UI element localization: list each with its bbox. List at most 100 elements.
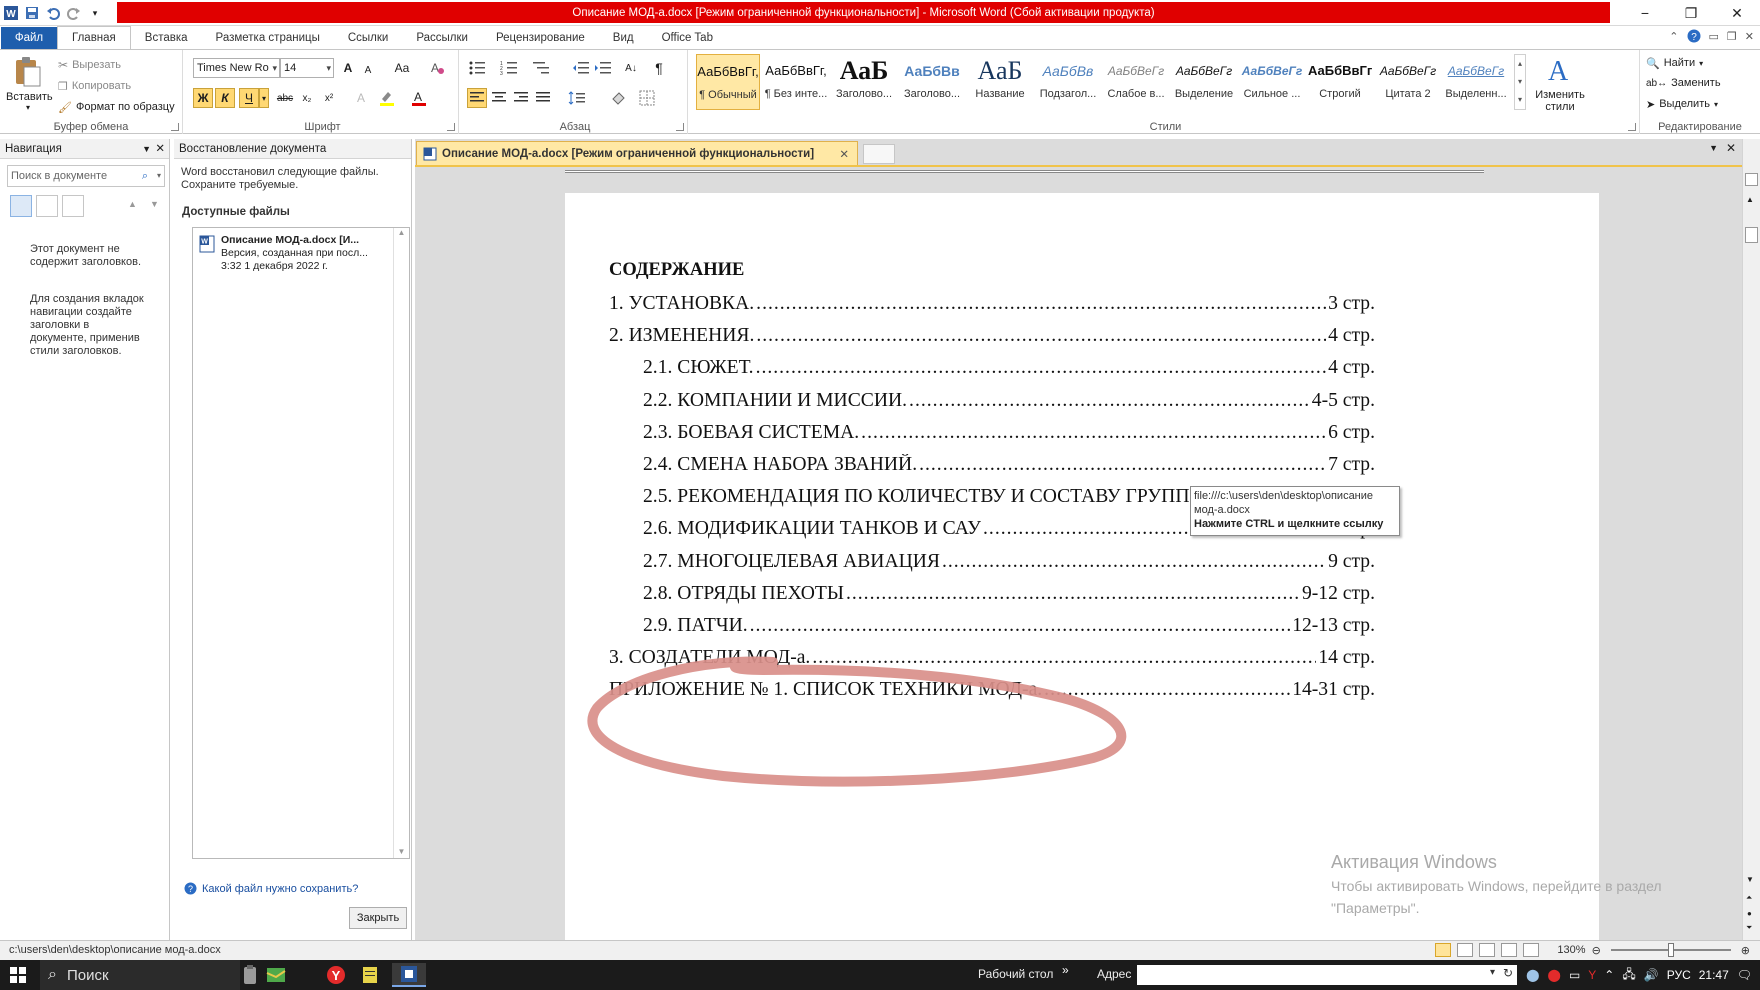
styles-launcher-icon[interactable] — [1628, 123, 1636, 131]
tab-mailings[interactable]: Рассылки — [402, 27, 482, 49]
vertical-scrollbar[interactable]: ▲ ▼ ⏶ ● ⏷ — [1742, 139, 1760, 940]
line-spacing-icon[interactable] — [567, 88, 587, 108]
toc-entry[interactable]: 2. ИЗМЕНЕНИЯ. 4 стр. — [609, 325, 1375, 349]
paste-button[interactable]: Вставить ▾ — [6, 54, 53, 116]
toc-entry[interactable]: 2.9. ПАТЧИ. 12-13 стр. — [643, 615, 1375, 639]
change-case-button[interactable]: Aa — [392, 58, 412, 78]
borders-icon[interactable] — [637, 88, 657, 108]
clear-formatting-icon[interactable]: A — [427, 58, 447, 78]
style-heading-1[interactable]: АаБ Заголово... — [832, 54, 896, 110]
search-icon[interactable]: ⌕ — [142, 166, 148, 186]
cut-button[interactable]: ✂ Вырезать — [58, 56, 121, 74]
style-heading-2[interactable]: АаБбВв Заголово... — [900, 54, 964, 110]
tab-references[interactable]: Ссылки — [334, 27, 403, 49]
tab-insert[interactable]: Вставка — [131, 27, 202, 49]
volume-icon[interactable]: 🔊 — [1644, 968, 1659, 982]
recovery-help-link[interactable]: ? Какой файл нужно сохранить? — [184, 882, 358, 895]
draft-view-icon[interactable] — [1523, 943, 1540, 957]
print-layout-view-icon[interactable] — [1435, 943, 1452, 957]
style-emphasis[interactable]: АаБбВеГг Выделение — [1172, 54, 1236, 110]
taskbar-maps-icon[interactable] — [262, 963, 290, 987]
redo-icon[interactable] — [65, 4, 83, 22]
web-layout-icon[interactable] — [1479, 943, 1496, 957]
shrink-font-button[interactable]: A — [358, 60, 378, 80]
decrease-indent-icon[interactable] — [571, 58, 591, 78]
replace-button[interactable]: ab↔ Заменить — [1646, 74, 1721, 92]
italic-button[interactable]: К — [215, 88, 235, 108]
underline-button[interactable]: Ч — [239, 88, 259, 108]
notifications-icon[interactable]: 🗨 — [1737, 968, 1752, 982]
scroll-thumb[interactable] — [1745, 227, 1758, 243]
results-view-tab[interactable] — [62, 195, 84, 217]
style-subtle-emphasis[interactable]: АаБбВеГг Слабое в... — [1104, 54, 1168, 110]
select-browse-object-icon[interactable]: ● — [1747, 909, 1752, 918]
zoom-in-icon[interactable]: ⊕ — [1741, 944, 1750, 957]
shading-icon[interactable] — [609, 88, 629, 108]
help-icon[interactable]: ? — [1687, 29, 1701, 43]
display-tray-icon[interactable]: ▭ — [1569, 968, 1580, 982]
desktop-toolbar-label[interactable]: Рабочий стол — [978, 967, 1053, 981]
nav-next-icon[interactable]: ▼ — [150, 199, 159, 209]
windows-start-icon[interactable] — [10, 967, 26, 983]
highlight-icon[interactable] — [377, 88, 397, 108]
style-no-spacing[interactable]: АаБбВвГг, ¶ Без инте... — [764, 54, 828, 110]
tab-office-tab[interactable]: Office Tab — [648, 27, 727, 49]
change-styles-button[interactable]: A Изменить стили — [1530, 54, 1590, 116]
toc-entry[interactable]: 2.7. МНОГОЦЕЛЕВАЯ АВИАЦИЯ 9 стр. — [643, 551, 1375, 575]
tab-file[interactable]: Файл — [1, 27, 57, 49]
new-tab-button[interactable] — [863, 144, 895, 164]
show-hidden-icons-icon[interactable]: ⌃ — [1604, 968, 1614, 982]
doc-minimize-icon[interactable]: ▭ — [1709, 30, 1719, 43]
styles-scroll[interactable]: ▴ ▾ ▾ — [1514, 54, 1526, 110]
nav-prev-icon[interactable]: ▲ — [128, 199, 137, 209]
next-page-icon[interactable]: ⏷ — [1746, 923, 1752, 933]
tab-list-icon[interactable]: ▼ — [1709, 143, 1718, 153]
style-intense-quote[interactable]: АаБбВеГг Выделенн... — [1444, 54, 1508, 110]
tab-view[interactable]: Вид — [599, 27, 648, 49]
style-quote-2[interactable]: АаБбВеГг Цитата 2 — [1376, 54, 1440, 110]
subscript-button[interactable]: x₂ — [297, 88, 317, 108]
text-effects-icon[interactable]: A — [351, 88, 371, 108]
sort-icon[interactable]: A↓ — [621, 58, 641, 78]
style-subtitle[interactable]: АаБбВв Подзагол... — [1036, 54, 1100, 110]
doc-restore-icon[interactable]: ❐ — [1727, 30, 1737, 43]
full-screen-reading-icon[interactable] — [1457, 943, 1474, 957]
toc-entry[interactable]: 2.2. КОМПАНИИ И МИССИИ. 4-5 стр. — [643, 390, 1375, 414]
collapse-ribbon-icon[interactable]: ⌃ — [1669, 30, 1678, 43]
address-go-icon[interactable]: ↻ — [1503, 966, 1513, 980]
pane-close-icon[interactable]: ✕ — [155, 139, 165, 159]
desktop-toolbar-expand-icon[interactable]: » — [1062, 963, 1069, 977]
recovery-close-button[interactable]: Закрыть — [349, 907, 407, 929]
toc-entry[interactable]: 2.1. СЮЖЕТ. 4 стр. — [643, 357, 1375, 381]
restore-button[interactable]: ❐ — [1668, 0, 1714, 26]
address-dropdown-icon[interactable]: ▾ — [1490, 967, 1495, 978]
font-color-icon[interactable]: A — [409, 88, 429, 108]
clipboard-launcher-icon[interactable] — [171, 123, 179, 131]
tab-close-all-icon[interactable]: ✕ — [1726, 141, 1736, 155]
document-tab-close-icon[interactable]: ✕ — [839, 147, 849, 161]
steam-tray-icon[interactable]: ⬤ — [1526, 968, 1539, 982]
document-page[interactable]: СОДЕРЖАНИЕ 1. УСТАНОВКА. 3 стр. 2. ИЗМЕНЕН… — [565, 193, 1599, 940]
ruler-toggle-icon[interactable] — [1745, 173, 1758, 186]
recovered-list-scrollbar[interactable]: ▲ ▼ — [393, 228, 409, 858]
taskbar-archive-icon[interactable] — [236, 963, 264, 987]
grow-font-button[interactable]: A — [338, 58, 358, 78]
doc-close-icon[interactable]: ✕ — [1745, 30, 1754, 43]
address-input[interactable]: ▾ ↻ — [1137, 965, 1517, 985]
bold-button[interactable]: Ж — [193, 88, 213, 108]
superscript-button[interactable]: x² — [319, 88, 339, 108]
underline-dropdown-icon[interactable]: ▾ — [259, 88, 269, 108]
language-indicator[interactable]: РУС — [1667, 968, 1691, 982]
zoom-out-icon[interactable]: ⊖ — [1592, 944, 1601, 957]
taskbar-word-icon[interactable] — [392, 963, 426, 987]
font-name-combo[interactable]: Times New Ro — [193, 58, 280, 78]
network-icon[interactable]: 🖧 — [1622, 965, 1635, 986]
align-right-icon[interactable] — [511, 88, 531, 108]
toc-entry[interactable]: 2.3. БОЕВАЯ СИСТЕМА. 6 стр. — [643, 422, 1375, 446]
paragraph-launcher-icon[interactable] — [676, 123, 684, 131]
headings-view-tab[interactable] — [10, 195, 32, 217]
multilevel-list-icon[interactable] — [531, 58, 551, 78]
style-normal[interactable]: АаБбВвГг, ¶ Обычный — [696, 54, 760, 110]
toc-entry[interactable]: 1. УСТАНОВКА. 3 стр. — [609, 293, 1375, 317]
clock[interactable]: 21:47 — [1699, 968, 1729, 982]
